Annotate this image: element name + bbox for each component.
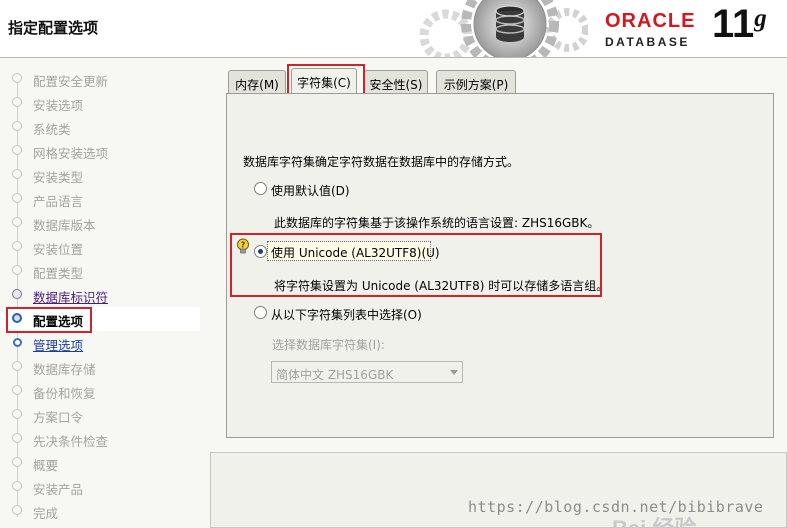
- step-status-icon: [12, 217, 22, 227]
- step-status-icon: [12, 169, 22, 179]
- tab-memory[interactable]: 内存(M): [228, 70, 286, 94]
- step-label: 配置安全更新: [33, 74, 109, 89]
- version-number: 11: [712, 2, 755, 46]
- step-status-icon: [12, 289, 22, 299]
- step-status-icon: [12, 193, 22, 203]
- step-label: 备份和恢复: [33, 386, 96, 401]
- step-status-icon: [12, 385, 22, 395]
- step-status-icon: [12, 265, 22, 275]
- step-label: 概要: [33, 458, 59, 473]
- charset-select[interactable]: 简体中文 ZHS16GBK: [271, 361, 463, 383]
- list-charset-radio[interactable]: [254, 306, 267, 319]
- step-status-icon: [12, 505, 22, 515]
- step-status-icon: [12, 457, 22, 467]
- sidebar-step: 产品语言: [0, 187, 200, 211]
- sidebar-step: 先决条件检查: [0, 427, 200, 451]
- tab-sample-schemas[interactable]: 示例方案(P): [436, 70, 516, 94]
- default-charset-radio[interactable]: [254, 182, 267, 195]
- oracle-logo-text: ORACLE: [605, 10, 696, 32]
- step-status-icon: [12, 97, 22, 107]
- sidebar-step: 配置安全更新: [0, 67, 200, 91]
- step-status-icon: [12, 481, 22, 491]
- step-label: 数据库版本: [33, 218, 96, 233]
- window-title: 指定配置选项: [8, 19, 99, 37]
- sidebar-step: 数据库版本: [0, 211, 200, 235]
- default-charset-description: 此数据库的字符集基于该操作系统的语言设置: ZHS16GBK。: [274, 216, 600, 230]
- step-label: 安装位置: [33, 242, 84, 257]
- version-suffix: g: [754, 5, 767, 32]
- charset-list-field-label: 选择数据库字符集(I):: [272, 338, 385, 352]
- sidebar-step: 安装位置: [0, 235, 200, 259]
- current-step-highlight: [6, 307, 92, 333]
- unicode-option-highlight: [230, 233, 602, 297]
- sidebar-step: 安装产品: [0, 475, 200, 499]
- step-label: 先决条件检查: [33, 434, 109, 449]
- sidebar-step: 安装类型: [0, 163, 200, 187]
- sidebar-step: 数据库存储: [0, 355, 200, 379]
- step-label: 数据库标识符: [33, 290, 109, 305]
- database-logo-text: DATABASE: [605, 35, 690, 49]
- chevron-down-icon: [450, 370, 458, 375]
- wizard-steps-sidebar: 配置安全更新 安装选项系统类网格安装选项 安装类型产品语言数据库版本安装位置配置类型…: [0, 59, 200, 528]
- step-label: 配置类型: [33, 266, 84, 281]
- sidebar-step: 备份和恢复: [0, 379, 200, 403]
- step-status-icon: [12, 73, 22, 83]
- step-status-icon: [12, 361, 22, 371]
- step-label: 管理选项: [33, 338, 84, 353]
- step-label: 网格安装选项: [33, 146, 109, 161]
- step-status-icon: [12, 145, 22, 155]
- sidebar-step[interactable]: 管理选项: [0, 331, 200, 355]
- list-charset-label[interactable]: 从以下字符集列表中选择(O): [271, 306, 422, 323]
- message-area: [210, 452, 787, 528]
- sidebar-step: 概要: [0, 451, 200, 475]
- sidebar-step: 安装选项: [0, 91, 200, 115]
- sidebar-step[interactable]: 数据库标识符: [0, 283, 200, 307]
- step-label: 数据库存储: [33, 362, 96, 377]
- charset-select-value: 简体中文 ZHS16GBK: [276, 368, 394, 382]
- step-label: 产品语言: [33, 194, 84, 209]
- sidebar-step: 网格安装选项: [0, 139, 200, 163]
- default-charset-label[interactable]: 使用默认值(D): [271, 182, 350, 199]
- watermark-logo: Bai 经验: [612, 511, 696, 528]
- tab-security[interactable]: 安全性(S): [364, 70, 428, 94]
- step-label: 安装选项: [33, 98, 84, 113]
- charset-intro-text: 数据库字符集确定字符数据在数据库中的存储方式。: [243, 155, 520, 169]
- step-label: 方案口令: [33, 410, 84, 425]
- step-status-icon: [12, 409, 22, 419]
- step-label: 完成: [33, 506, 59, 521]
- sidebar-step: 配置类型: [0, 259, 200, 283]
- step-status-icon: [12, 433, 22, 443]
- sidebar-step: 系统类: [0, 115, 200, 139]
- step-label: 安装类型: [33, 170, 84, 185]
- step-label: 安装产品: [33, 482, 84, 497]
- wizard-header: 指定配置选项 ORACLE DATABASE 11g: [0, 0, 787, 58]
- step-label: 系统类: [33, 122, 71, 137]
- version-logo: 11g: [712, 4, 767, 44]
- step-status-icon: [12, 241, 22, 251]
- gears-graphic-icon: [419, 0, 588, 57]
- sidebar-step: 方案口令: [0, 403, 200, 427]
- step-status-icon: [13, 338, 22, 347]
- sidebar-step: 完成: [0, 499, 200, 523]
- step-status-icon: [12, 121, 22, 131]
